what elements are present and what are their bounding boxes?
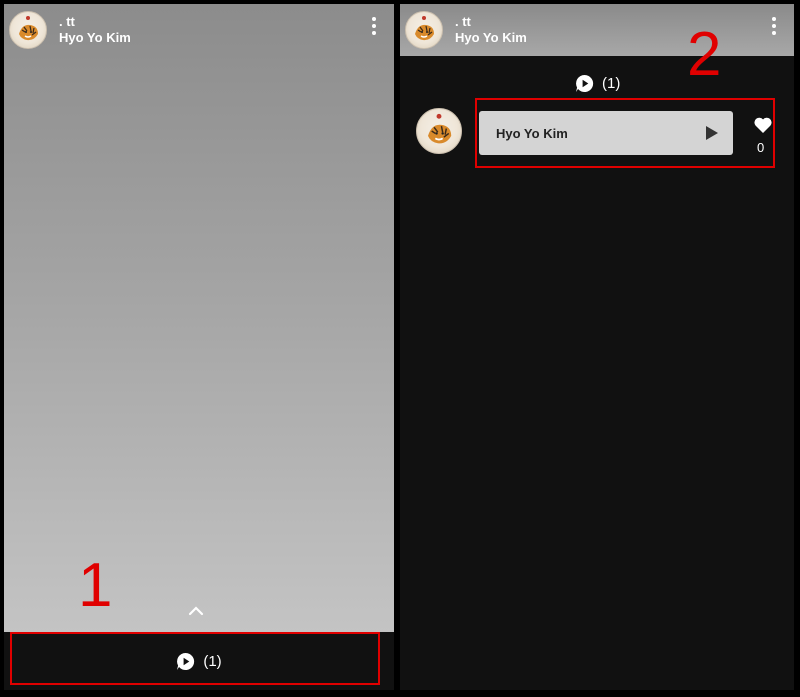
story-view-panel: . tt Hyo Yo Kim (1) [4,4,394,690]
story-author[interactable]: Hyo Yo Kim [455,29,527,47]
highlight-box-1 [10,632,380,685]
chat-bubble-play-icon [575,74,594,93]
step-label-1: 1 [78,551,113,620]
comment-count: (1) [602,75,621,92]
story-header: . tt Hyo Yo Kim [400,4,794,56]
story-title: . tt [59,13,75,29]
step-label-2: 2 [687,20,722,89]
highlight-box-2 [475,98,775,168]
more-vertical-icon[interactable] [770,17,778,37]
user-avatar[interactable] [9,11,47,49]
commenter-avatar[interactable] [416,108,462,154]
story-title: . tt [455,13,471,29]
header-text: . tt Hyo Yo Kim [59,14,131,47]
comment-avatar-wrap [416,108,462,154]
chevron-up-icon[interactable] [188,604,204,616]
more-vertical-icon[interactable] [370,17,378,37]
story-header: . tt Hyo Yo Kim [4,4,394,56]
comments-header: (1) [575,74,620,93]
header-text: . tt Hyo Yo Kim [455,14,527,47]
user-avatar[interactable] [405,11,443,49]
story-author[interactable]: Hyo Yo Kim [59,29,131,47]
